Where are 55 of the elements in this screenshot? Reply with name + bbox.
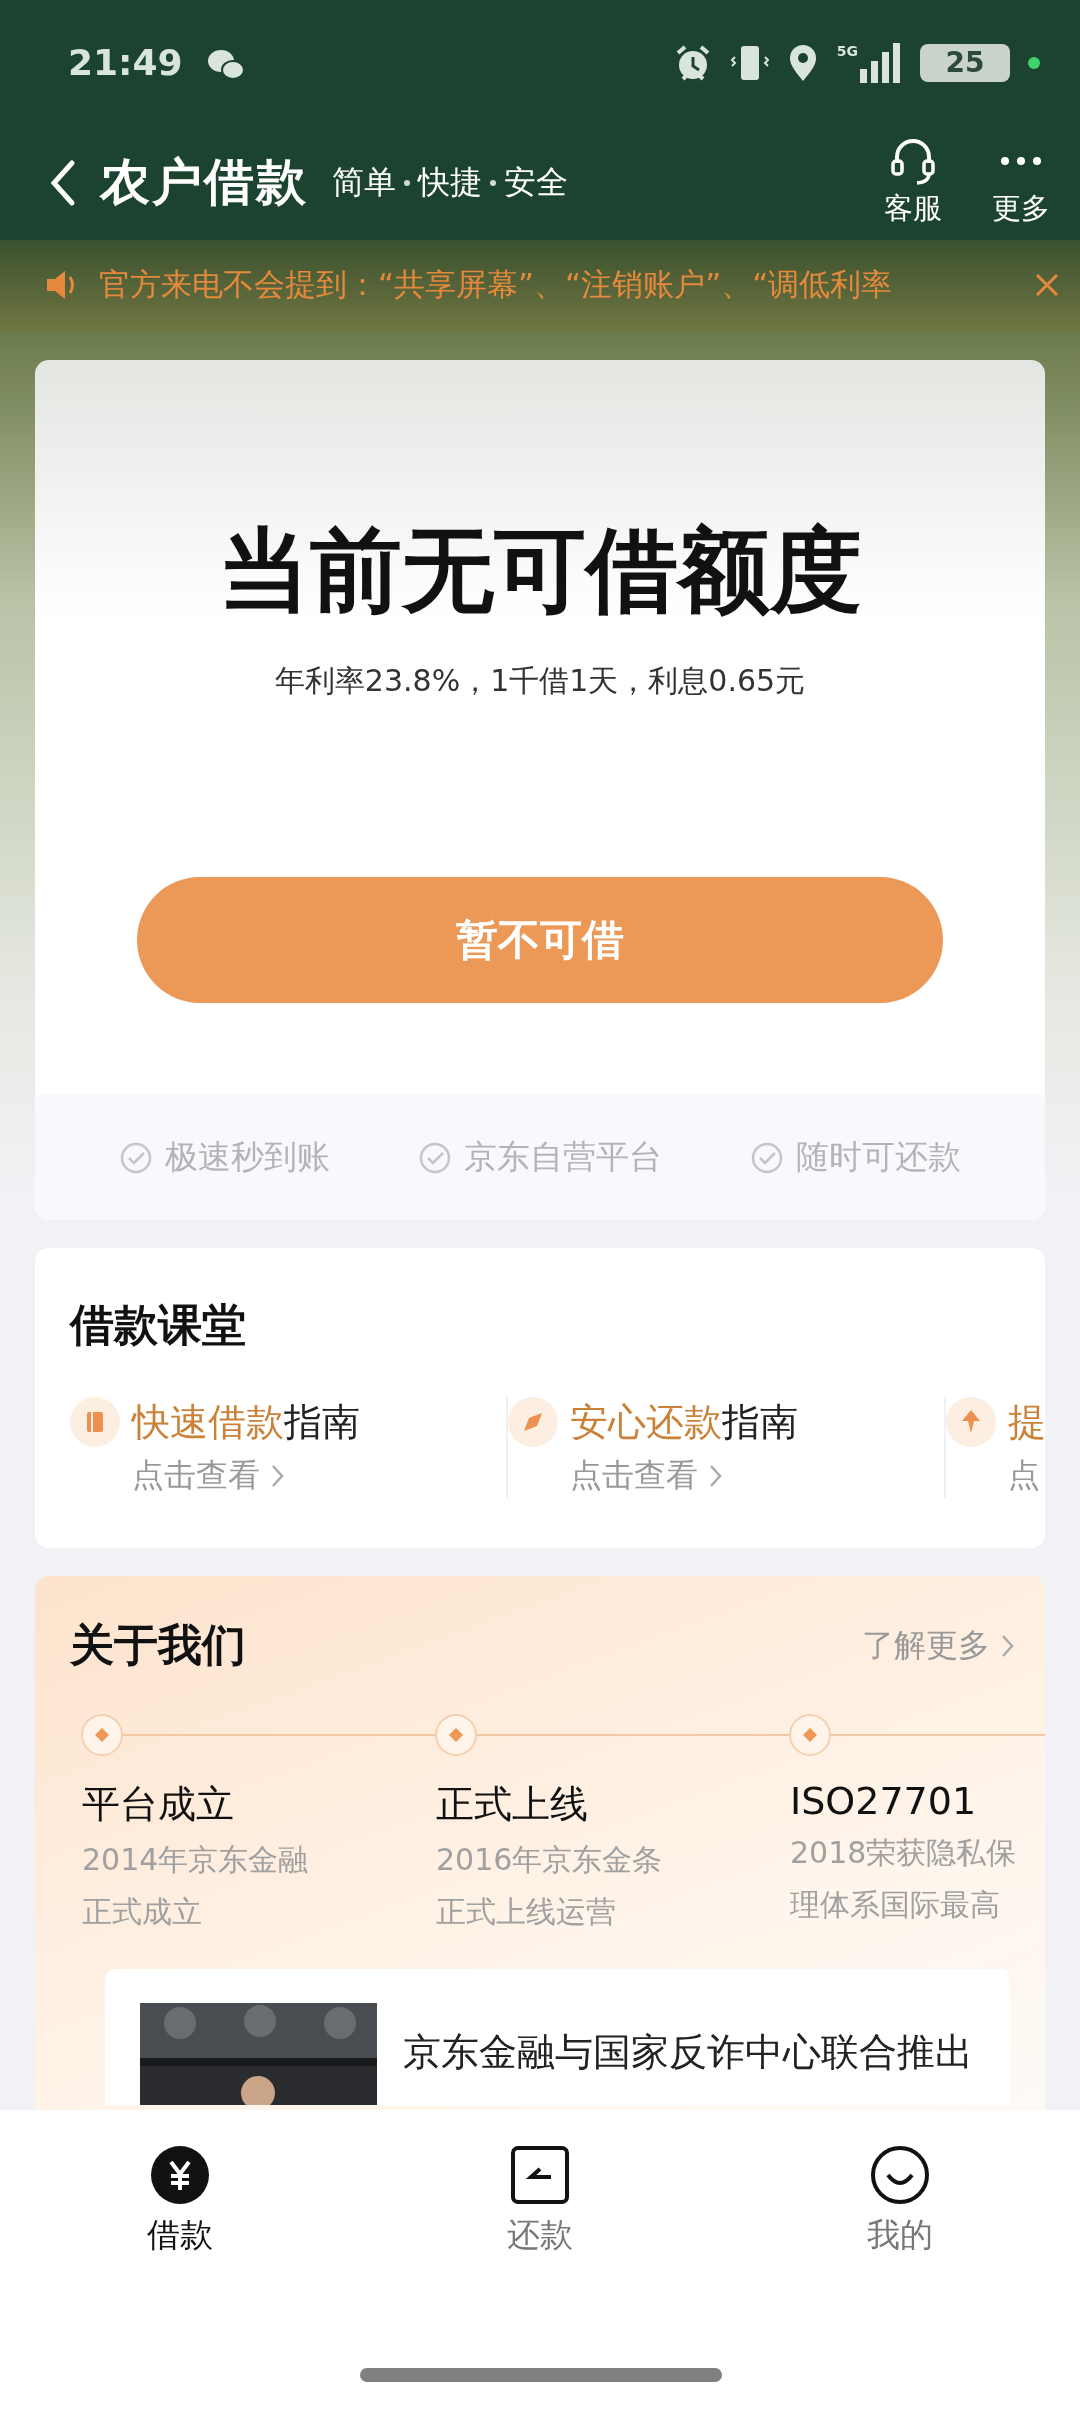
nav-tab[interactable]: 还款 [360,2145,720,2275]
signal-icon [858,42,902,83]
compass-icon [508,1397,558,1448]
check-icon [750,1140,784,1175]
guide-item[interactable]: 快速借款指南 点击查看 [70,1397,508,1499]
headset-icon [889,136,937,185]
rate-text: 年利率23.8%，1千借1天，利息0.65元 [273,662,807,701]
section-title: 关于我们 [70,1618,246,1673]
network-label: 5G [836,42,858,59]
dot-separator-icon [404,179,410,186]
guide-item[interactable]: 提 点 [946,1397,1045,1499]
slogan-text: 快捷 [418,161,482,203]
guide-title: 提 [1008,1399,1045,1447]
guide-item[interactable]: 安心还款指南 点击查看 [508,1397,946,1499]
feature-label: 随时可还款 [796,1136,961,1179]
slogan-text: 安全 [504,161,568,203]
feature-label: 京东自营平台 [464,1136,662,1179]
status-dot-icon [1028,56,1040,69]
guide-title: 快速借款指南 [132,1399,361,1447]
milestone-text: 2016年京东金条 [435,1841,664,1880]
battery-level: 25 [920,43,1010,82]
feature-label: 极速秒到账 [165,1136,330,1179]
status-time: 21:49 [68,42,183,83]
check-icon [418,1140,452,1175]
milestone-text: 理体系国际最高 [789,1886,1001,1925]
notice-text: 官方来电不会提到：“共享屏幕”、“注销账户”、“调低利率 [99,265,893,304]
check-icon [119,1140,153,1175]
close-icon[interactable] [1034,272,1060,298]
milestone-text: 2014年京东金融 [81,1841,310,1880]
nav-tab[interactable]: 我的 [720,2145,1080,2275]
milestone-text: 正式上线运营 [435,1893,617,1932]
learn-more-link[interactable]: 了解更多 [862,1623,1015,1668]
dot-separator-icon [490,179,496,186]
nav-tab[interactable]: 借款 [0,2145,360,2275]
customer-service-button[interactable]: 客服 [884,136,942,229]
guide-title: 安心还款指南 [570,1399,799,1447]
more-button[interactable]: 更多 [992,136,1050,229]
book-icon [70,1397,120,1448]
news-title: 京东金融与国家反诈中心联合推出 [403,2029,973,2077]
page-title: 农户借款 [100,152,308,213]
section-title: 借款课堂 [70,1298,247,1353]
milestone-text: 正式成立 [81,1893,203,1932]
news-card[interactable]: 京东金融与国家反诈中心联合推出 [105,1969,1010,2106]
quota-title: 当前无可借额度 [217,516,863,622]
yuan-coin-icon [150,2145,210,2205]
view-link[interactable]: 点击查看 [132,1454,260,1499]
milestone-text: 2018荣获隐私保 [789,1834,1018,1873]
milestone-title: 平台成立 [81,1781,235,1829]
smile-icon [870,2145,930,2205]
view-link[interactable]: 点击查看 [570,1454,698,1499]
slogan-text: 简单 [332,161,396,203]
return-box-icon [510,2145,570,2205]
milestone-title: ISO27701 [789,1779,978,1824]
view-link[interactable]: 点 [1008,1454,1040,1499]
milestone-title: 正式上线 [435,1781,589,1829]
